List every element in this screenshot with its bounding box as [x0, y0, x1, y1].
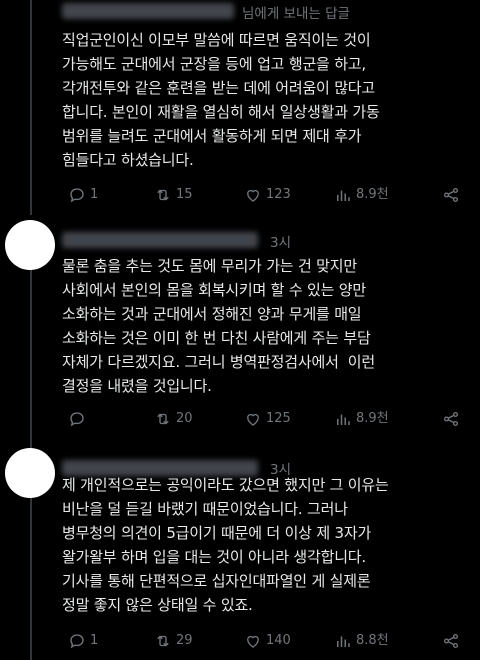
- reply-button[interactable]: [68, 410, 90, 428]
- redacted-username: [62, 232, 258, 248]
- views-button[interactable]: 8.8천: [334, 632, 389, 650]
- heart-icon: [247, 189, 259, 202]
- views-icon: [337, 190, 350, 201]
- retweet-count: 20: [176, 411, 193, 426]
- retweet-count: 15: [176, 187, 193, 202]
- tweet-actions: 20 125 8.9천: [68, 410, 468, 432]
- reply-count: 1: [90, 187, 99, 202]
- share-button[interactable]: [442, 186, 464, 204]
- like-button[interactable]: 140: [244, 632, 291, 650]
- redacted-username: [62, 3, 234, 19]
- views-count: 8.9천: [356, 187, 389, 202]
- thread-line-bottom: [30, 494, 32, 660]
- tweet-text: 물론 춤을 추는 것도 몸에 무리가 가는 건 맞지만 사회에서 본인의 몸을 …: [62, 257, 376, 395]
- retweet-button[interactable]: 15: [154, 186, 193, 204]
- retweet-count: 29: [176, 633, 193, 648]
- avatar[interactable]: [5, 220, 55, 270]
- like-count: 123: [266, 187, 291, 202]
- share-icon: [443, 187, 459, 203]
- thread-line-top: [30, 0, 32, 215]
- like-count: 140: [266, 633, 291, 648]
- reply-button[interactable]: 1: [68, 632, 98, 650]
- reply-count: 1: [90, 633, 99, 648]
- retweet-icon: [157, 413, 169, 425]
- tweet-text: 직업군인이신 이모부 말씀에 따르면 움직이는 것이 가능해도 군대에서 군장을…: [62, 31, 380, 169]
- retweet-icon: [157, 635, 169, 647]
- reply-icon: [70, 188, 84, 203]
- views-icon: [337, 414, 350, 425]
- avatar[interactable]: [5, 448, 55, 498]
- share-button[interactable]: [442, 410, 464, 428]
- like-button[interactable]: 125: [244, 410, 291, 428]
- thread-line-middle: [30, 262, 32, 452]
- share-button[interactable]: [442, 632, 464, 650]
- views-button[interactable]: 8.9천: [334, 410, 389, 428]
- heart-icon: [247, 635, 259, 648]
- share-icon: [443, 411, 459, 427]
- retweet-icon: [157, 189, 169, 201]
- retweet-button[interactable]: 29: [154, 632, 193, 650]
- share-icon: [443, 633, 459, 649]
- views-button[interactable]: 8.9천: [334, 186, 389, 204]
- reply-button[interactable]: 1: [68, 186, 98, 204]
- retweet-button[interactable]: 20: [154, 410, 193, 428]
- tweet-text: 제 개인적으로는 공익이라도 갔으면 했지만 그 이유는 비난을 덜 듣길 바랬…: [62, 476, 389, 614]
- reply-icon: [70, 412, 84, 427]
- tweet-timestamp[interactable]: 3시: [270, 231, 291, 251]
- reply-to-label: 님에게 보내는 답글: [242, 6, 350, 22]
- views-count: 8.8천: [356, 633, 389, 648]
- heart-icon: [247, 413, 259, 426]
- reply-icon: [70, 634, 84, 649]
- like-count: 125: [266, 411, 291, 426]
- views-count: 8.9천: [356, 411, 389, 426]
- views-icon: [337, 636, 350, 647]
- tweet-actions: 1 29 140 8.8천: [68, 632, 468, 654]
- like-button[interactable]: 123: [244, 186, 291, 204]
- tweet-actions: 1 15 123 8.9천: [68, 186, 468, 208]
